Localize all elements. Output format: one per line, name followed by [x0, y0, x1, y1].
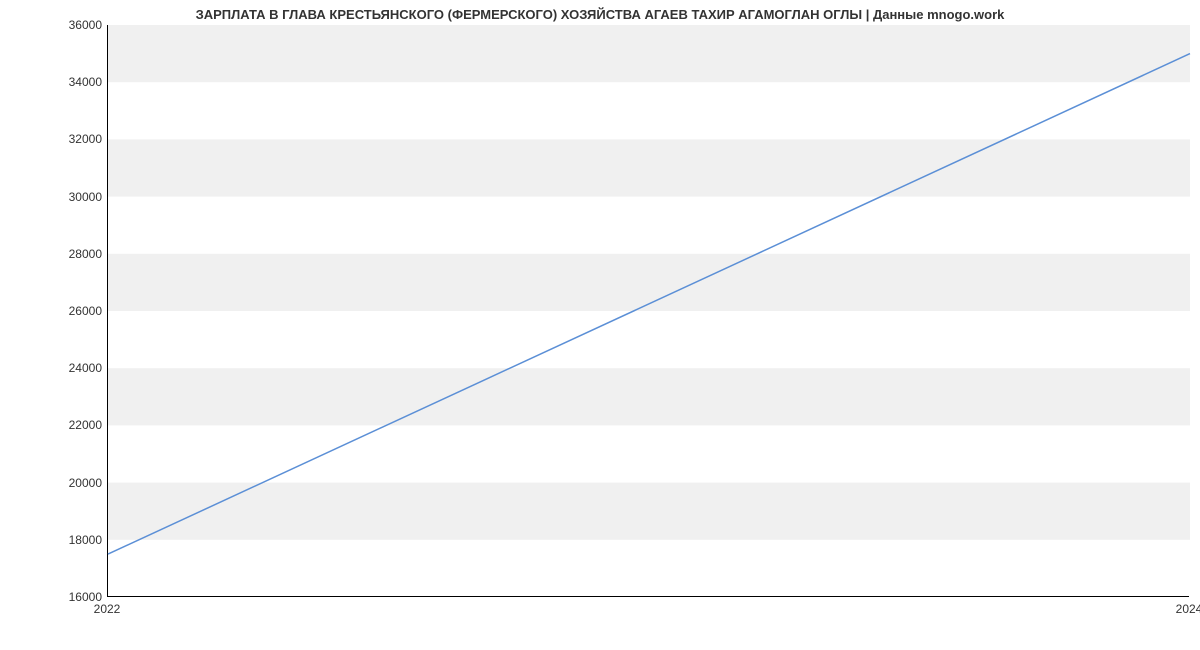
y-tick-label: 30000 — [52, 190, 102, 204]
x-tick-label: 2022 — [94, 602, 121, 616]
y-tick-label: 26000 — [52, 304, 102, 318]
y-tick-label: 32000 — [52, 132, 102, 146]
y-tick-label: 22000 — [52, 418, 102, 432]
y-tick-label: 36000 — [52, 18, 102, 32]
grid-band — [108, 139, 1190, 196]
grid-band — [108, 483, 1190, 540]
y-tick-label: 24000 — [52, 361, 102, 375]
chart-svg — [108, 25, 1189, 596]
plot-area — [107, 25, 1189, 597]
y-tick-label: 28000 — [52, 247, 102, 261]
grid-band — [108, 368, 1190, 425]
y-tick-label: 20000 — [52, 476, 102, 490]
chart-title: ЗАРПЛАТА В ГЛАВА КРЕСТЬЯНСКОГО (ФЕРМЕРСК… — [0, 7, 1200, 22]
y-tick-label: 34000 — [52, 75, 102, 89]
grid-band — [108, 25, 1190, 82]
y-tick-label: 18000 — [52, 533, 102, 547]
grid-band — [108, 254, 1190, 311]
x-tick-label: 2024 — [1176, 602, 1200, 616]
